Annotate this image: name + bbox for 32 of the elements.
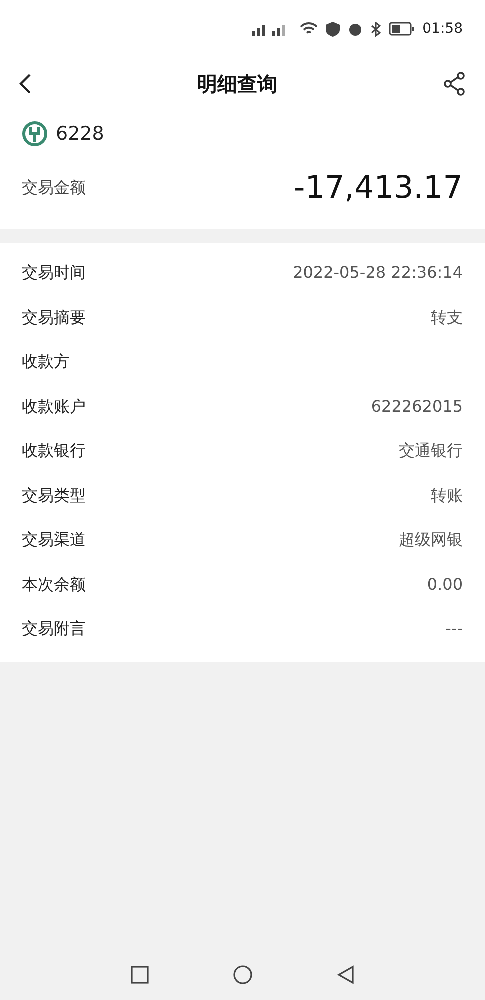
shield-icon bbox=[326, 22, 340, 36]
detail-label: 收款账户 bbox=[22, 396, 86, 418]
detail-label: 交易类型 bbox=[22, 484, 86, 507]
back-icon[interactable] bbox=[18, 73, 32, 95]
detail-label: 收款银行 bbox=[22, 440, 86, 462]
account-number: 6228 bbox=[56, 122, 104, 147]
detail-value: 转账 bbox=[431, 484, 463, 507]
amount-value: -17,413.17 bbox=[294, 168, 463, 208]
detail-value: --- bbox=[446, 618, 463, 640]
back-triangle-icon[interactable] bbox=[336, 965, 354, 985]
home-icon[interactable] bbox=[232, 965, 252, 985]
battery-icon bbox=[388, 22, 415, 36]
detail-label: 交易时间 bbox=[22, 262, 86, 284]
detail-value: 2022-05-28 22:36:14 bbox=[293, 262, 463, 284]
amount-label: 交易金额 bbox=[22, 176, 86, 199]
detail-value: 0.00 bbox=[427, 574, 463, 596]
page-title: 明细查询 bbox=[198, 71, 278, 98]
detail-value: 622262015 bbox=[371, 396, 463, 418]
square-icon[interactable] bbox=[130, 966, 148, 984]
bank-logo-icon bbox=[22, 121, 48, 148]
detail-label: 交易附言 bbox=[22, 618, 86, 640]
bluetooth-icon bbox=[370, 22, 381, 36]
detail-value: 交通银行 bbox=[399, 440, 463, 462]
detail-label: 本次余额 bbox=[22, 574, 86, 596]
share-icon[interactable] bbox=[443, 72, 467, 96]
detail-value: 转支 bbox=[431, 306, 463, 329]
detail-label: 交易渠道 bbox=[22, 529, 86, 552]
status-time: 01:58 bbox=[422, 20, 463, 38]
detail-value: 超级网银 bbox=[399, 529, 463, 552]
detail-label: 收款方 bbox=[22, 351, 70, 374]
wifi-icon bbox=[300, 22, 318, 36]
detail-label: 交易摘要 bbox=[22, 306, 86, 329]
